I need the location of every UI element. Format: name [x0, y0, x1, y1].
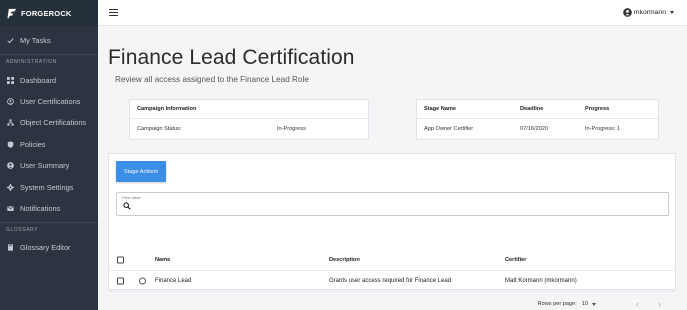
rows-per-page: Rows per page: 10 [538, 301, 596, 307]
gear-icon [6, 183, 14, 191]
column-header-name[interactable]: Name [155, 257, 170, 263]
brand-name: FORGEROCK [21, 8, 72, 18]
sidebar-item-label: My Tasks [20, 36, 51, 46]
row-radio[interactable] [139, 277, 146, 285]
rows-per-page-label: Rows per page: [537, 301, 577, 307]
sidebar-item-notifications[interactable]: Notifications [0, 198, 98, 219]
user-menu[interactable]: mkormann [623, 8, 674, 17]
forgerock-logo-icon [7, 8, 17, 18]
sidebar-item-label: User Certifications [20, 96, 81, 106]
page-subtitle: Review all access assigned to the Financ… [115, 75, 309, 84]
sidebar-item-label: Policies [20, 139, 46, 149]
search-icon [123, 202, 131, 210]
row-checkbox[interactable] [117, 277, 124, 285]
campaign-status-value: In-Progress [277, 126, 306, 132]
book-icon [6, 244, 14, 252]
column-header-description[interactable]: Description [329, 257, 360, 263]
account-circle-icon [623, 8, 632, 17]
sidebar-item-dashboard[interactable]: Dashboard [0, 69, 98, 90]
campaign-info-header: Campaign Information [130, 100, 368, 119]
stage-info-row: App Owner Certifier 07/16/2020 In-Progre… [417, 119, 658, 139]
rows-per-page-select[interactable]: 10 [582, 301, 596, 307]
filter-table-label: Filter table [122, 195, 141, 200]
row-name: Finance Lead [155, 278, 192, 284]
stage-name-value: App Owner Certifier [424, 126, 474, 132]
column-header-certifier[interactable]: Certifier [505, 257, 526, 263]
campaign-info-card: Campaign Information Campaign Status: In… [129, 99, 369, 140]
rows-per-page-value: 10 [581, 301, 588, 307]
chevron-down-icon [592, 302, 596, 306]
stage-progress-value: In-Progress: 1 [585, 126, 621, 132]
main-content: Finance Lead Certification Review all ac… [98, 26, 687, 310]
user-cert-icon [6, 97, 14, 105]
sidebar-item-label: Notifications [20, 203, 61, 213]
next-page-button[interactable]: › [658, 299, 661, 309]
sidebar-item-label: Dashboard [20, 75, 57, 85]
campaign-info-title: Campaign Information [137, 106, 197, 112]
brand[interactable]: FORGEROCK [0, 0, 98, 26]
sidebar: FORGEROCK My Tasks ADMINISTRATION Dashbo… [0, 0, 98, 310]
filter-table-field[interactable]: Filter table [116, 192, 669, 216]
hamburger-menu-icon[interactable] [109, 9, 118, 16]
stage-deadline-value: 07/16/2020 [520, 126, 548, 132]
table-footer: Rows per page: 10 ‹ › [109, 292, 675, 310]
sidebar-item-label: Object Certifications [20, 118, 87, 128]
mail-icon [6, 204, 14, 212]
sidebar-item-system-settings[interactable]: System Settings [0, 176, 98, 197]
dashboard-icon [6, 76, 14, 84]
sidebar-section-administration: ADMINISTRATION [6, 59, 57, 66]
sidebar-item-label: System Settings [20, 182, 74, 192]
table-header-row: Name Description Certifier [109, 249, 675, 271]
username: mkormann [633, 9, 666, 16]
sidebar-item-policies[interactable]: Policies [0, 134, 98, 155]
campaign-status-row: Campaign Status: In-Progress [130, 119, 368, 139]
stage-actions-button[interactable]: Stage Actions [116, 161, 166, 182]
sidebar-item-label: Glossary Editor [20, 243, 71, 253]
sidebar-item-user-summary[interactable]: User Summary [0, 155, 98, 176]
sidebar-item-label: User Summary [20, 161, 70, 171]
previous-page-button[interactable]: ‹ [636, 299, 639, 309]
sidebar-item-glossary-editor[interactable]: Glossary Editor [0, 237, 98, 258]
sidebar-item-object-certifications[interactable]: Object Certifications [0, 112, 98, 133]
page-title: Finance Lead Certification [108, 46, 355, 69]
certification-table-card: Stage Actions Filter table Name Descript… [108, 153, 676, 309]
stage-progress-header: Progress [585, 106, 610, 112]
row-description: Grants user access required for Finance … [329, 278, 452, 284]
filter-table-input[interactable] [137, 201, 657, 213]
select-all-checkbox[interactable] [117, 256, 124, 263]
stage-info-header: Stage Name Deadline Progress [417, 100, 658, 119]
stage-name-header: Stage Name [424, 106, 457, 112]
stage-deadline-header: Deadline [520, 106, 544, 112]
sidebar-item-my-tasks[interactable]: My Tasks [0, 30, 98, 51]
top-bar: mkormann [98, 0, 687, 26]
stage-info-card: Stage Name Deadline Progress App Owner C… [416, 99, 659, 140]
table-row[interactable]: Finance Lead Grants user access required… [109, 271, 675, 292]
policy-icon [6, 140, 14, 148]
object-cert-icon [6, 119, 14, 127]
campaign-status-label: Campaign Status: [137, 126, 182, 132]
sidebar-item-user-certifications[interactable]: User Certifications [0, 91, 98, 112]
check-icon [6, 37, 14, 45]
sidebar-section-glossary: GLOSSARY [6, 227, 39, 234]
user-icon [6, 162, 14, 170]
chevron-down-icon [670, 11, 674, 14]
row-certifier: Matt Kormann (mkormann) [505, 278, 577, 284]
